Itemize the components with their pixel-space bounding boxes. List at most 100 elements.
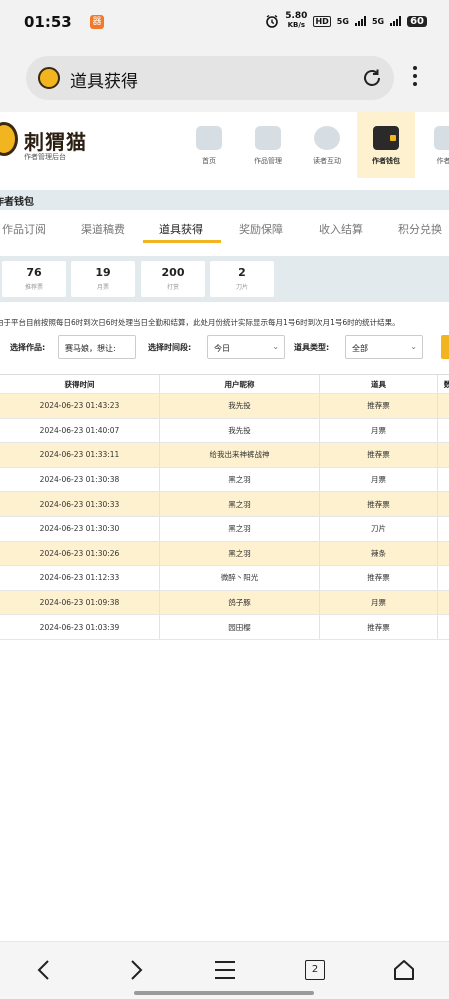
row-count (438, 443, 449, 467)
row-item: 推荐票 (320, 615, 438, 639)
row-count (438, 492, 449, 516)
row-item: 推荐票 (320, 566, 438, 590)
nav-tab-label: 作者钱包 (372, 157, 400, 165)
search-button[interactable] (441, 335, 449, 359)
subtab-channel-royalties[interactable]: 渠道稿费 (81, 221, 125, 237)
row-item: 月票 (320, 590, 438, 615)
stat-label: 月票 (96, 284, 109, 291)
statistics-notice: 由于平台目前按照每日6时到次日6时处理当日全勤和结算，此处月份统计实际显示每月1… (0, 318, 400, 327)
active-subtab-indicator (143, 240, 221, 243)
period-select[interactable]: 今日 ⌄ (207, 335, 285, 359)
more-menu-icon[interactable] (411, 66, 419, 90)
row-user: 黑之羽 (160, 516, 320, 541)
type-filter-label: 道具类型: (294, 343, 330, 352)
stat-label: 推荐票 (24, 284, 43, 291)
table-row: 2024-06-23 01:43:23 我先投 推荐票 (0, 394, 449, 419)
net1-label: 5G (336, 16, 349, 26)
chevron-down-icon: ⌄ (272, 342, 279, 351)
stats-panel: 76 推荐票 19 月票 200 打赏 2 刀片 (0, 256, 449, 302)
back-icon[interactable] (30, 956, 58, 984)
row-item: 月票 (320, 467, 438, 492)
stat-value: 2 (238, 266, 246, 279)
stat-label: 刀片 (235, 284, 248, 291)
tabs-button[interactable]: 2 (301, 956, 329, 984)
row-count (438, 468, 449, 492)
row-item: 辣条 (320, 541, 438, 566)
gesture-bar (134, 991, 314, 995)
row-user: 黑之羽 (160, 541, 320, 566)
row-count (438, 566, 449, 590)
browser-toolbar: 道具获得 (0, 44, 449, 112)
table-row: 2024-06-23 01:09:38 鸽子豚 月票 (0, 590, 449, 616)
props-table: 获得时间 用户昵称 道具 数 2024-06-23 01:43:23 我先投 推荐票… (0, 374, 449, 640)
chevron-down-icon: ⌄ (410, 342, 417, 351)
row-user: 我先投 (160, 394, 320, 418)
alarm-icon (266, 14, 279, 28)
app-notification-icon: 器 (90, 15, 104, 29)
work-filter-label: 选择作品: (10, 343, 46, 352)
table-row: 2024-06-23 01:33:11 给我出来神裤战神 推荐票 (0, 443, 449, 468)
table-row: 2024-06-23 01:03:39 园田樱 推荐票 (0, 615, 449, 640)
subtab-subscriptions[interactable]: 作品订阅 (2, 221, 46, 237)
menu-icon[interactable] (211, 956, 239, 984)
brand-name: 刺猬猫 (24, 130, 87, 154)
nav-tab-label: 读者互动 (313, 157, 341, 165)
stat-value: 19 (95, 266, 111, 279)
row-user: 给我出来神裤战神 (160, 443, 320, 467)
stat-card: 200 打赏 (141, 261, 205, 297)
row-time: 2024-06-23 01:12:33 (0, 566, 160, 590)
row-time: 2024-06-23 01:03:39 (0, 615, 160, 639)
stat-value: 200 (161, 266, 185, 279)
home-icon[interactable] (390, 956, 418, 984)
stat-card: 2 刀片 (210, 261, 274, 297)
table-row: 2024-06-23 01:30:30 黑之羽 刀片 (0, 516, 449, 542)
subtab-settlement[interactable]: 收入结算 (319, 221, 363, 237)
battery-icon: 60 (407, 15, 427, 27)
signal-icon-2 (390, 16, 402, 26)
wallet-icon (373, 126, 399, 150)
subtab-rewards[interactable]: 奖励保障 (239, 221, 283, 237)
status-bar: 01:53 器 5.80 KB/s HD 5G 5G 60 (0, 0, 449, 44)
nav-tab-home[interactable]: 首页 (180, 112, 238, 178)
nav-tab-wallet[interactable]: 作者钱包 (357, 112, 415, 178)
network-speed-unit: KB/s (287, 21, 306, 29)
row-item: 推荐票 (320, 443, 438, 467)
work-select[interactable]: 赛马娘，想让: (58, 335, 136, 359)
brand-subtitle: 作者管理后台 (24, 153, 66, 161)
row-count (438, 419, 449, 443)
nav-tab-benefits[interactable]: 作者福 (418, 112, 449, 178)
row-time: 2024-06-23 01:09:38 (0, 590, 160, 615)
type-select[interactable]: 全部 ⌄ (345, 335, 423, 359)
row-count (438, 517, 449, 541)
nav-tab-readers[interactable]: 读者互动 (298, 112, 356, 178)
row-user: 黑之羽 (160, 492, 320, 516)
status-time: 01:53 (24, 13, 72, 31)
row-count (438, 591, 449, 615)
row-user: 微醉丶阳光 (160, 566, 320, 590)
address-bar[interactable]: 道具获得 (26, 56, 394, 100)
subtab-props[interactable]: 道具获得 (159, 221, 203, 237)
table-body: 2024-06-23 01:43:23 我先投 推荐票 2024-06-23 01:4… (0, 394, 449, 640)
site-header: 刺猬猫 作者管理后台 首页 作品管理 读者互动 作者钱包 作者福 (0, 112, 449, 178)
row-count (438, 394, 449, 418)
forward-icon[interactable] (122, 956, 150, 984)
column-header-user: 用户昵称 (160, 375, 320, 393)
reload-icon[interactable] (360, 66, 384, 90)
paw-icon (314, 126, 340, 150)
stat-card: 76 推荐票 (2, 261, 66, 297)
stat-value: 76 (26, 266, 42, 279)
status-indicators: 5.80 KB/s HD 5G 5G 60 (265, 12, 427, 30)
nav-tab-works[interactable]: 作品管理 (239, 112, 297, 178)
section-title: 作者钱包 (0, 197, 34, 208)
signal-icon (354, 16, 366, 26)
row-time: 2024-06-23 01:30:30 (0, 516, 160, 541)
row-time: 2024-06-23 01:33:11 (0, 443, 160, 467)
brand-logo-icon (0, 122, 18, 156)
column-header-count: 数 (438, 375, 449, 393)
site-favicon-icon (38, 67, 60, 89)
subtab-points[interactable]: 积分兑换 (398, 221, 442, 237)
table-row: 2024-06-23 01:12:33 微醉丶阳光 推荐票 (0, 566, 449, 591)
row-item: 推荐票 (320, 394, 438, 418)
work-select-value: 赛马娘，想让: (65, 344, 116, 353)
section-title-bar: 作者钱包 (0, 190, 449, 210)
